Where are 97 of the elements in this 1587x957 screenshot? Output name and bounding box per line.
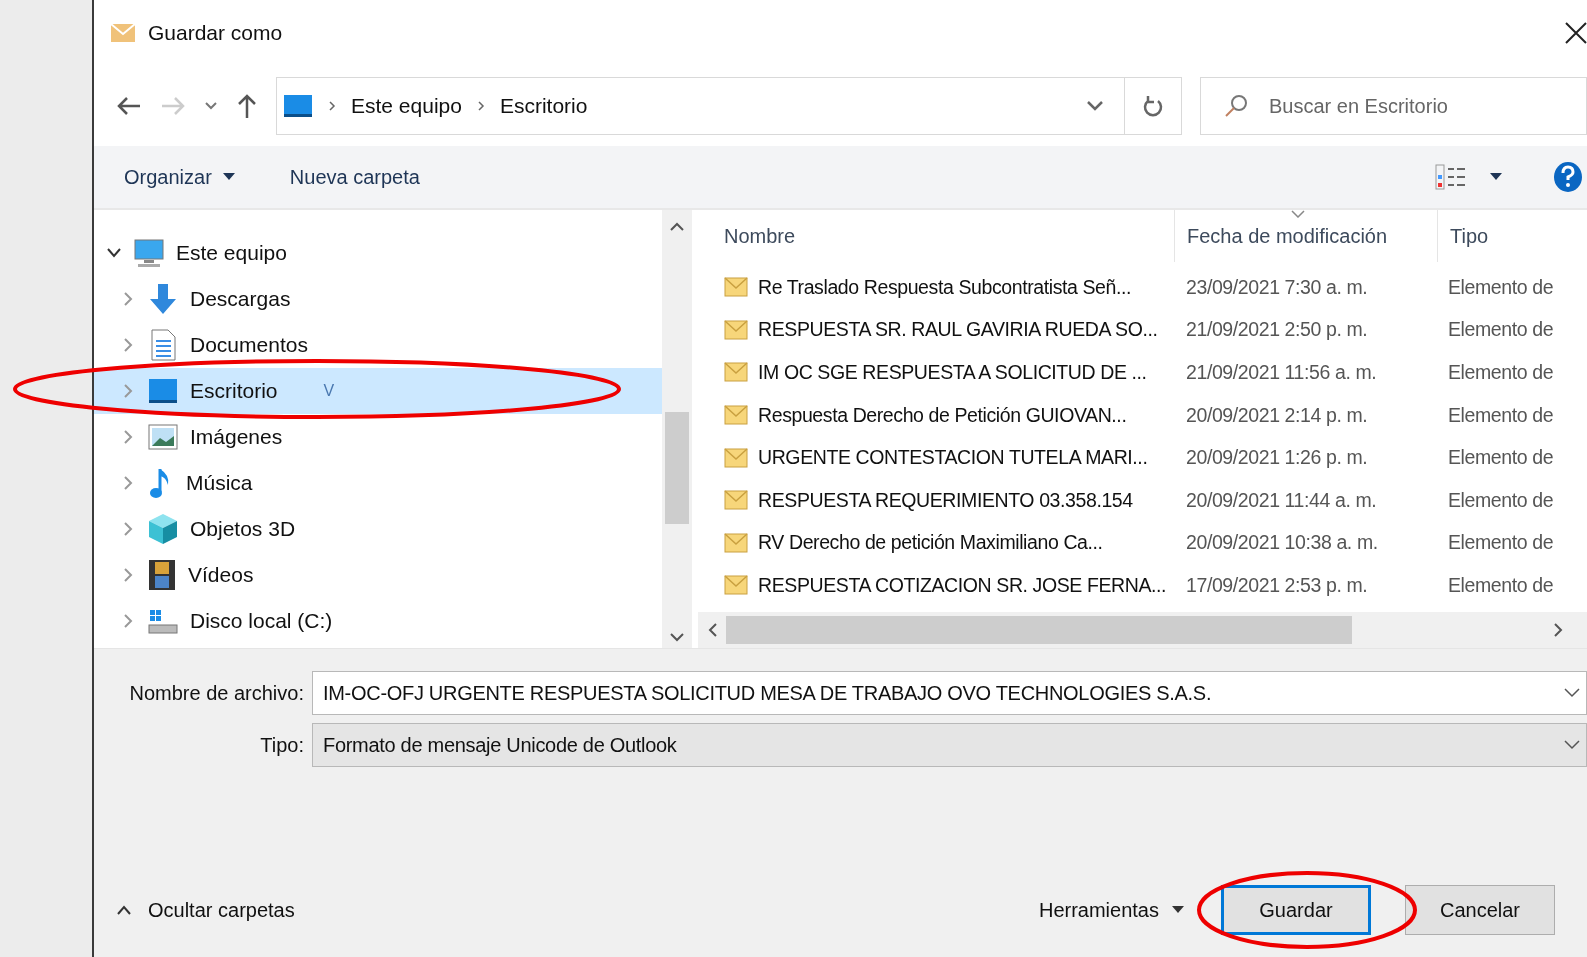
- horizontal-scrollbar[interactable]: [698, 612, 1587, 648]
- envelope-icon: [724, 277, 748, 298]
- breadcrumb-item[interactable]: Escritorio: [499, 94, 588, 118]
- caret-icon[interactable]: [221, 172, 236, 182]
- help-icon[interactable]: [1553, 161, 1583, 193]
- date-cell-text: 20/09/2021 1:26 p. m.: [1185, 446, 1369, 470]
- scroll-right-icon[interactable]: [1553, 623, 1563, 637]
- cube-icon: [148, 513, 178, 545]
- type-cell-text: Elemento de: [1447, 488, 1554, 512]
- envelope-icon: [724, 319, 748, 340]
- save-button[interactable]: Guardar: [1221, 885, 1371, 935]
- envelope-icon: [724, 532, 748, 553]
- file-type-label: Tipo:: [259, 733, 305, 757]
- file-name[interactable]: RV Derecho de petición Maximiliano Ca...: [758, 531, 1103, 555]
- caret-icon[interactable]: [1489, 172, 1503, 182]
- tree-item[interactable]: Documentos: [94, 322, 662, 368]
- breadcrumb-item[interactable]: Este equipo: [351, 94, 462, 118]
- search-field[interactable]: Buscar en Escritorio: [1200, 77, 1587, 135]
- vertical-scrollbar[interactable]: [662, 210, 692, 648]
- scrollbar-thumb[interactable]: [726, 616, 1352, 644]
- scrollbar-thumb[interactable]: [665, 412, 689, 524]
- address-bar[interactable]: Este equipo Escritorio: [276, 77, 1182, 135]
- desktop-icon: [283, 94, 313, 118]
- envelope-icon: [724, 405, 748, 426]
- disk-drive-icon: [148, 608, 178, 634]
- tree-item[interactable]: Descargas: [94, 276, 662, 322]
- date-cell-text: 21/09/2021 2:50 p. m.: [1185, 318, 1369, 342]
- tree-item[interactable]: Imágenes: [94, 414, 662, 460]
- tree-item[interactable]: Escritorio V: [94, 368, 662, 414]
- back-arrow-icon[interactable]: [116, 95, 142, 117]
- type-cell-text: Elemento de: [1447, 318, 1554, 342]
- type-cell-text: Elemento de: [1447, 361, 1554, 384]
- caret-icon[interactable]: [1171, 905, 1185, 915]
- envelope-icon: [724, 447, 748, 468]
- chevron-down-icon[interactable]: [204, 101, 218, 111]
- sort-caret-icon: [1291, 210, 1305, 218]
- organize-menu-button[interactable]: Organizar: [124, 165, 212, 189]
- date-cell-text: 23/09/2021 7:30 a. m.: [1185, 275, 1369, 299]
- date-cell-text: 20/09/2021 11:44 a. m.: [1185, 488, 1378, 512]
- hide-folders-link[interactable]: Ocultar carpetas: [148, 898, 295, 922]
- filename-label: Nombre de archivo:: [128, 681, 305, 705]
- chevron-down-icon[interactable]: [1564, 740, 1580, 750]
- cancel-button[interactable]: Cancelar: [1405, 885, 1555, 935]
- down-arrow-icon: [148, 283, 178, 315]
- chevron-down-icon[interactable]: [1086, 100, 1104, 112]
- tree-item[interactable]: Vídeos: [94, 552, 662, 598]
- file-name[interactable]: URGENTE CONTESTACION TUTELA MARI...: [758, 446, 1148, 470]
- cursor-letter: V: [323, 382, 335, 400]
- computer-icon: [134, 238, 164, 268]
- picture-icon: [148, 424, 178, 450]
- envelope-icon: [724, 490, 748, 511]
- filename-field[interactable]: IM-OC-OFJ URGENTE RESPUESTA SOLICITUD MESA DE TRABAJO OVO TECHNOLOGIES S.A.S.: [312, 671, 1587, 715]
- scroll-down-icon[interactable]: [670, 632, 684, 642]
- date-cell-text: 20/09/2021 2:14 p. m.: [1185, 403, 1369, 427]
- desktop-icon: [148, 378, 178, 404]
- chevron-icon[interactable]: [106, 247, 122, 259]
- type-cell-text: Elemento de: [1447, 573, 1554, 597]
- chevron-right-icon: [475, 100, 486, 112]
- column-header[interactable]: Nombre: [698, 210, 1174, 262]
- envelope-icon: [110, 23, 136, 43]
- up-arrow-icon[interactable]: [236, 93, 258, 119]
- film-strip-icon: [148, 559, 176, 591]
- date-cell-text: 17/09/2021 2:53 p. m.: [1185, 573, 1369, 597]
- column-header[interactable]: Tipo: [1438, 210, 1489, 262]
- file-name[interactable]: RESPUESTA COTIZACION SR. JOSE FERNA...: [758, 573, 1167, 597]
- envelope-icon: [724, 362, 748, 383]
- file-name[interactable]: IM OC SGE RESPUESTA A SOLICITUD DE ...: [758, 361, 1147, 384]
- file-type-dropdown[interactable]: Formato de mensaje Unicode de Outlook: [312, 723, 1587, 767]
- chevron-down-icon[interactable]: [1564, 688, 1580, 698]
- file-name[interactable]: Respuesta Derecho de Petición GUIOVAN...: [758, 403, 1127, 427]
- new-folder-button[interactable]: Nueva carpeta: [289, 165, 420, 189]
- tree-item[interactable]: Música: [94, 460, 662, 506]
- chevron-right-icon: [327, 100, 337, 112]
- view-options-icon[interactable]: [1435, 164, 1467, 190]
- file-name[interactable]: RESPUESTA REQUERIMIENTO 03.358.154: [758, 488, 1133, 512]
- window-title: Guardar como: [148, 21, 283, 45]
- tree-item[interactable]: Este equipo: [94, 230, 662, 276]
- scroll-up-icon[interactable]: [670, 222, 684, 232]
- tools-menu-button[interactable]: Herramientas: [1038, 898, 1159, 922]
- date-cell-text: 20/09/2021 10:38 a. m.: [1185, 531, 1379, 555]
- envelope-icon: [724, 575, 748, 596]
- type-cell-text: Elemento de: [1447, 403, 1554, 427]
- column-header[interactable]: Fecha de modificación: [1174, 210, 1438, 262]
- tree-item[interactable]: Disco local (C:): [94, 598, 662, 644]
- document-icon: [148, 329, 178, 361]
- type-cell-text: Elemento de: [1447, 531, 1554, 555]
- chevron-up-icon[interactable]: [116, 904, 132, 916]
- refresh-icon: [1142, 94, 1164, 118]
- tree-item[interactable]: Objetos 3D: [94, 506, 662, 552]
- type-cell-text: Elemento de: [1447, 446, 1554, 470]
- file-name[interactable]: RESPUESTA SR. RAUL GAVIRIA RUEDA SO...: [758, 318, 1158, 342]
- type-cell-text: Elemento de: [1447, 275, 1554, 299]
- date-cell-text: 21/09/2021 11:56 a. m.: [1185, 361, 1378, 384]
- file-name[interactable]: Re Traslado Respuesta Subcontratista Señ...: [758, 275, 1132, 299]
- close-icon[interactable]: [1565, 22, 1587, 44]
- scroll-left-icon[interactable]: [708, 623, 718, 637]
- search-icon: [1224, 94, 1248, 118]
